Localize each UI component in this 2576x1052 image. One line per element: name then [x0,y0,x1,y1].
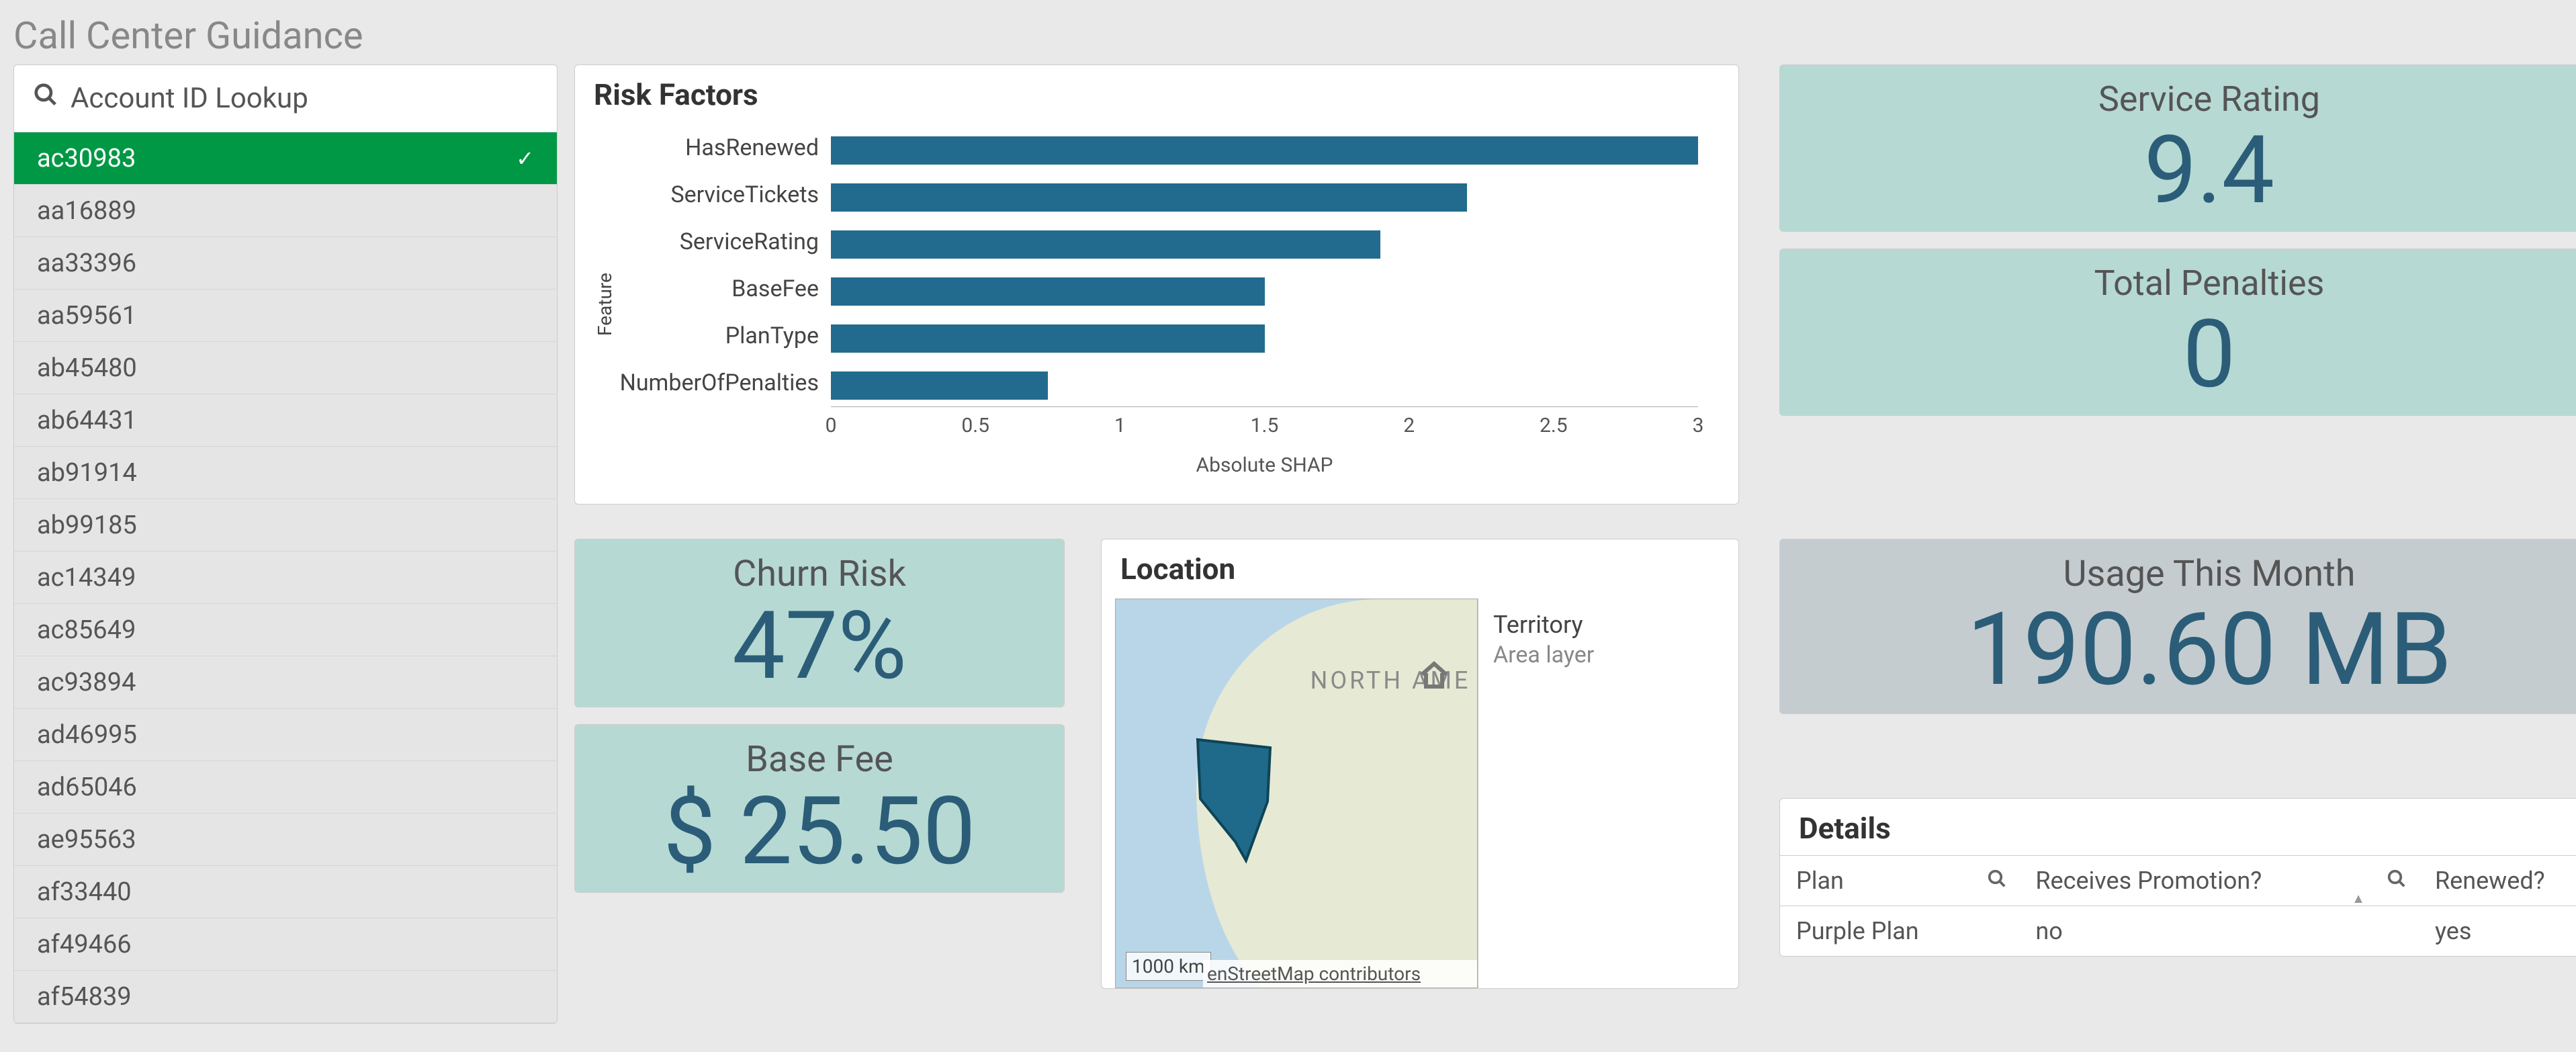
table-row[interactable]: Purple Plan no yes [1780,906,2576,957]
cell-promo: no [2019,906,2419,957]
bar-row: HasRenewed [616,124,1698,171]
bar [831,277,1265,306]
bar-label: BaseFee [616,275,831,302]
legend-title: Territory [1493,611,1717,639]
account-row[interactable]: aa16889 [14,185,557,237]
account-row[interactable]: aa33396 [14,237,557,290]
sort-icon: ▲ [2352,890,2365,907]
account-row[interactable]: ab64431 [14,394,557,447]
account-row[interactable]: ab99185 [14,499,557,552]
bar-label: ServiceRating [616,228,831,255]
chart-xlabel: Absolute SHAP [831,453,1698,484]
map-banner: NORTH AME [1304,666,1477,695]
account-row[interactable]: ae95563 [14,814,557,866]
account-row[interactable]: ac93894 [14,656,557,709]
account-row[interactable]: af33440 [14,866,557,918]
home-icon[interactable] [1418,660,1450,692]
risk-factors-title: Risk Factors [575,65,1738,118]
bar-row: BaseFee [616,265,1698,312]
bar-row: ServiceTickets [616,171,1698,218]
kpi-label: Service Rating [2098,79,2320,120]
bar [831,136,1698,165]
chart-ylabel: Feature [588,273,616,336]
kpi-base-fee: Base Fee $ 25.50 [574,724,1065,893]
kpi-churn-risk: Churn Risk 47% [574,539,1065,707]
territory-highlight [1195,737,1276,867]
location-panel: Location NORTH AME 1000 km enStreetMap c… [1101,539,1739,989]
map-legend: Territory Area layer [1478,599,1732,988]
cell-plan: Purple Plan [1780,906,2019,957]
account-row[interactable]: af54839 [14,971,557,1023]
bar-label: PlanType [616,322,831,349]
bar-row: ServiceRating [616,218,1698,265]
risk-bars: HasRenewed ServiceTickets ServiceRating Bas… [616,124,1698,484]
bar [831,371,1048,400]
kpi-value: $ 25.50 [663,785,975,879]
bar-label: ServiceTickets [616,181,831,208]
kpi-label: Base Fee [746,738,893,781]
bar [831,324,1265,353]
page-title: Call Center Guidance [0,0,2576,64]
bar [831,183,1467,212]
legend-subtitle: Area layer [1493,642,1717,668]
details-title: Details [1780,799,2576,851]
account-lookup-panel: Account ID Lookup ac30983aa16889aa33396a… [13,64,558,1024]
kpi-value: 9.4 [2144,124,2274,218]
map-scale: 1000 km [1126,952,1211,981]
map[interactable]: NORTH AME 1000 km enStreetMap contributo… [1115,599,1478,988]
kpi-usage: Usage This Month 190.60 MB [1779,539,2576,714]
bar [831,230,1380,259]
search-icon[interactable] [1987,867,2007,895]
account-list: ac30983aa16889aa33396aa59561ab45480ab644… [14,132,557,1023]
details-panel: Details Plan Receives Promotion? ▲ Renew… [1779,798,2576,957]
cell-renewed: yes [2419,906,2576,957]
account-row[interactable]: ab45480 [14,342,557,394]
col-promo[interactable]: Receives Promotion? ▲ [2019,856,2419,906]
kpi-label: Churn Risk [733,553,906,595]
account-row[interactable]: ac85649 [14,604,557,656]
account-row[interactable]: ad65046 [14,761,557,814]
account-row[interactable]: ac30983 [14,132,557,185]
bar-row: PlanType [616,312,1698,359]
search-icon[interactable] [2387,867,2407,895]
bar-label: NumberOfPenalties [616,369,831,396]
account-row[interactable]: ac14349 [14,552,557,604]
search-placeholder: Account ID Lookup [71,82,308,115]
bar-label: HasRenewed [616,134,831,161]
kpi-service-rating: Service Rating 9.4 [1779,64,2576,232]
kpi-label: Total Penalties [2094,263,2325,304]
account-row[interactable]: ad46995 [14,709,557,761]
account-search[interactable]: Account ID Lookup [14,65,557,132]
kpi-value: 0 [2183,308,2236,402]
account-row[interactable]: af49466 [14,918,557,971]
risk-factors-panel: Risk Factors Feature HasRenewed ServiceTi… [574,64,1739,505]
map-attribution: enStreetMap contributors [1203,960,1477,988]
col-renewed[interactable]: Renewed? [2419,856,2576,906]
location-title: Location [1102,539,1738,592]
details-table: Plan Receives Promotion? ▲ Renewed? Purp… [1780,855,2576,956]
account-row[interactable]: ab91914 [14,447,557,499]
account-row[interactable]: aa59561 [14,290,557,342]
bar-row: NumberOfPenalties [616,359,1698,406]
kpi-value: 190.60 MB [1967,599,2452,700]
search-icon [33,82,58,115]
kpi-value: 47% [732,599,907,693]
kpi-label: Usage This Month [2063,553,2355,595]
col-plan[interactable]: Plan [1780,856,2019,906]
kpi-total-penalties: Total Penalties 0 [1779,249,2576,416]
